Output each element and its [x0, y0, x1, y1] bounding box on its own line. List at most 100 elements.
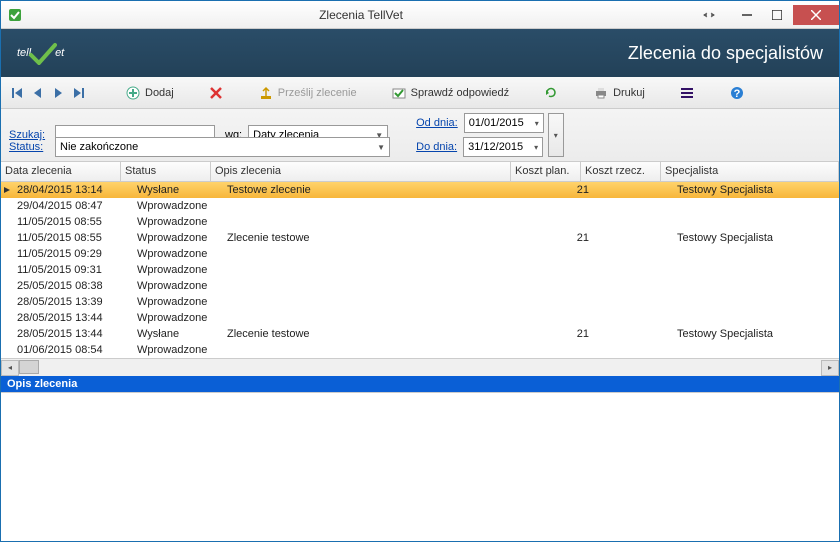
cell-koszt-rzecz: [593, 333, 673, 335]
status-label[interactable]: Status:: [9, 141, 49, 153]
app-icon: [7, 7, 23, 23]
table-row[interactable]: 25/05/2015 08:38Wprowadzone: [1, 278, 839, 294]
cell-koszt-rzecz: [593, 349, 673, 351]
nav-last-button[interactable]: [69, 84, 87, 102]
cell-koszt-rzecz: [593, 253, 673, 255]
scroll-track[interactable]: [19, 360, 821, 376]
add-button[interactable]: Dodaj: [119, 83, 180, 103]
chevron-down-icon: ▼: [377, 143, 385, 152]
filter-bar: Szukaj: wg: Daty zlecenia ▼ Od dnia: 01/…: [1, 109, 839, 162]
print-label: Drukuj: [613, 87, 645, 99]
cell-date: 29/04/2015 08:47: [13, 199, 133, 213]
cell-date: 28/04/2015 13:14: [13, 183, 133, 197]
cell-koszt-plan: 21: [523, 183, 593, 197]
cell-status: Wprowadzone: [133, 231, 223, 245]
nav-first-button[interactable]: [9, 84, 27, 102]
cell-specjalista: Testowy Specjalista: [673, 183, 823, 197]
table-row[interactable]: 28/04/2015 13:14WysłaneTestowe zlecenie2…: [1, 182, 839, 198]
table-row[interactable]: 11/05/2015 09:31Wprowadzone: [1, 262, 839, 278]
cell-date: 28/05/2015 13:39: [13, 295, 133, 309]
cell-status: Wprowadzone: [133, 279, 223, 293]
chevron-down-icon: ▾: [535, 119, 539, 128]
cell-koszt-plan: [523, 205, 593, 207]
cell-desc: [223, 253, 523, 255]
table-row[interactable]: 28/05/2015 13:44WysłaneZlecenie testowe2…: [1, 326, 839, 342]
cell-koszt-rzecz: [593, 317, 673, 319]
cell-status: Wprowadzone: [133, 247, 223, 261]
cell-date: 11/05/2015 08:55: [13, 231, 133, 245]
check-label: Sprawdź odpowiedź: [411, 87, 509, 99]
cell-koszt-rzecz: [593, 237, 673, 239]
from-date-value: 01/01/2015: [469, 117, 524, 129]
cell-desc: [223, 317, 523, 319]
cell-date: 28/05/2015 13:44: [13, 311, 133, 325]
status-combo[interactable]: Nie zakończone ▼: [55, 137, 390, 157]
cell-desc: Zlecenie testowe: [223, 231, 523, 245]
delete-icon: [208, 85, 224, 101]
delete-button[interactable]: [202, 83, 230, 103]
cell-specjalista: [673, 221, 823, 223]
cell-specjalista: Testowy Specjalista: [673, 327, 823, 341]
send-label: Prześlij zlecenie: [278, 87, 357, 99]
table-row[interactable]: 29/04/2015 08:47Wprowadzone: [1, 198, 839, 214]
cell-koszt-plan: [523, 253, 593, 255]
close-button[interactable]: [793, 5, 839, 25]
refresh-button[interactable]: [537, 83, 565, 103]
col-specjalista[interactable]: Specjalista: [661, 162, 839, 181]
toolbar: Dodaj Prześlij zlecenie Sprawdź odpowied…: [1, 77, 839, 109]
cell-date: 28/05/2015 13:44: [13, 327, 133, 341]
cell-date: 11/05/2015 09:31: [13, 263, 133, 277]
cell-koszt-rzecz: [593, 189, 673, 191]
cell-status: Wysłane: [133, 183, 223, 197]
scroll-left-button[interactable]: ◂: [1, 360, 19, 376]
window-controls: [693, 5, 839, 25]
nav-prev-button[interactable]: [29, 84, 47, 102]
minimize-button[interactable]: [733, 5, 761, 25]
cell-desc: Zlecenie testowe: [223, 327, 523, 341]
col-desc[interactable]: Opis zlecenia: [211, 162, 511, 181]
logo: tellet: [17, 41, 64, 65]
resize-button[interactable]: [695, 5, 723, 25]
plus-icon: [125, 85, 141, 101]
cell-koszt-plan: 21: [523, 231, 593, 245]
col-koszt-rzecz[interactable]: Koszt rzecz.: [581, 162, 661, 181]
send-button[interactable]: Prześlij zlecenie: [252, 83, 363, 103]
title-bar: Zlecenia TellVet: [1, 1, 839, 29]
table-row[interactable]: 11/05/2015 08:55WprowadzoneZlecenie test…: [1, 230, 839, 246]
cell-date: 25/05/2015 08:38: [13, 279, 133, 293]
print-button[interactable]: Drukuj: [587, 83, 651, 103]
refresh-icon: [543, 85, 559, 101]
table-row[interactable]: 01/06/2015 08:54Wprowadzone: [1, 342, 839, 358]
from-date-picker[interactable]: 01/01/2015 ▾: [464, 113, 544, 133]
table-row[interactable]: 11/05/2015 09:29Wprowadzone: [1, 246, 839, 262]
table-row[interactable]: 11/05/2015 08:55Wprowadzone: [1, 214, 839, 230]
cell-specjalista: [673, 301, 823, 303]
scroll-thumb[interactable]: [19, 360, 39, 374]
cell-desc: [223, 269, 523, 271]
nav-next-button[interactable]: [49, 84, 67, 102]
cell-specjalista: Testowy Specjalista: [673, 231, 823, 245]
from-date-label[interactable]: Od dnia:: [416, 117, 458, 129]
check-button[interactable]: Sprawdź odpowiedź: [385, 83, 515, 103]
help-button[interactable]: ?: [723, 83, 751, 103]
cell-status: Wprowadzone: [133, 215, 223, 229]
table-row[interactable]: 28/05/2015 13:44Wprowadzone: [1, 310, 839, 326]
header-subtitle: Zlecenia do specjalistów: [628, 43, 823, 64]
cell-specjalista: [673, 205, 823, 207]
cell-koszt-plan: [523, 221, 593, 223]
menu-button[interactable]: [673, 83, 701, 103]
col-status[interactable]: Status: [121, 162, 211, 181]
scroll-right-button[interactable]: ▸: [821, 360, 839, 376]
horizontal-scrollbar[interactable]: ◂ ▸: [1, 358, 839, 376]
detail-pane: [1, 392, 839, 514]
svg-text:?: ?: [734, 88, 741, 100]
col-date[interactable]: Data zlecenia: [1, 162, 121, 181]
col-koszt-plan[interactable]: Koszt plan.: [511, 162, 581, 181]
add-label: Dodaj: [145, 87, 174, 99]
orders-table: Data zlecenia Status Opis zlecenia Koszt…: [1, 162, 839, 358]
cell-koszt-rzecz: [593, 269, 673, 271]
cell-koszt-plan: [523, 301, 593, 303]
table-row[interactable]: 28/05/2015 13:39Wprowadzone: [1, 294, 839, 310]
menu-icon: [679, 85, 695, 101]
maximize-button[interactable]: [763, 5, 791, 25]
